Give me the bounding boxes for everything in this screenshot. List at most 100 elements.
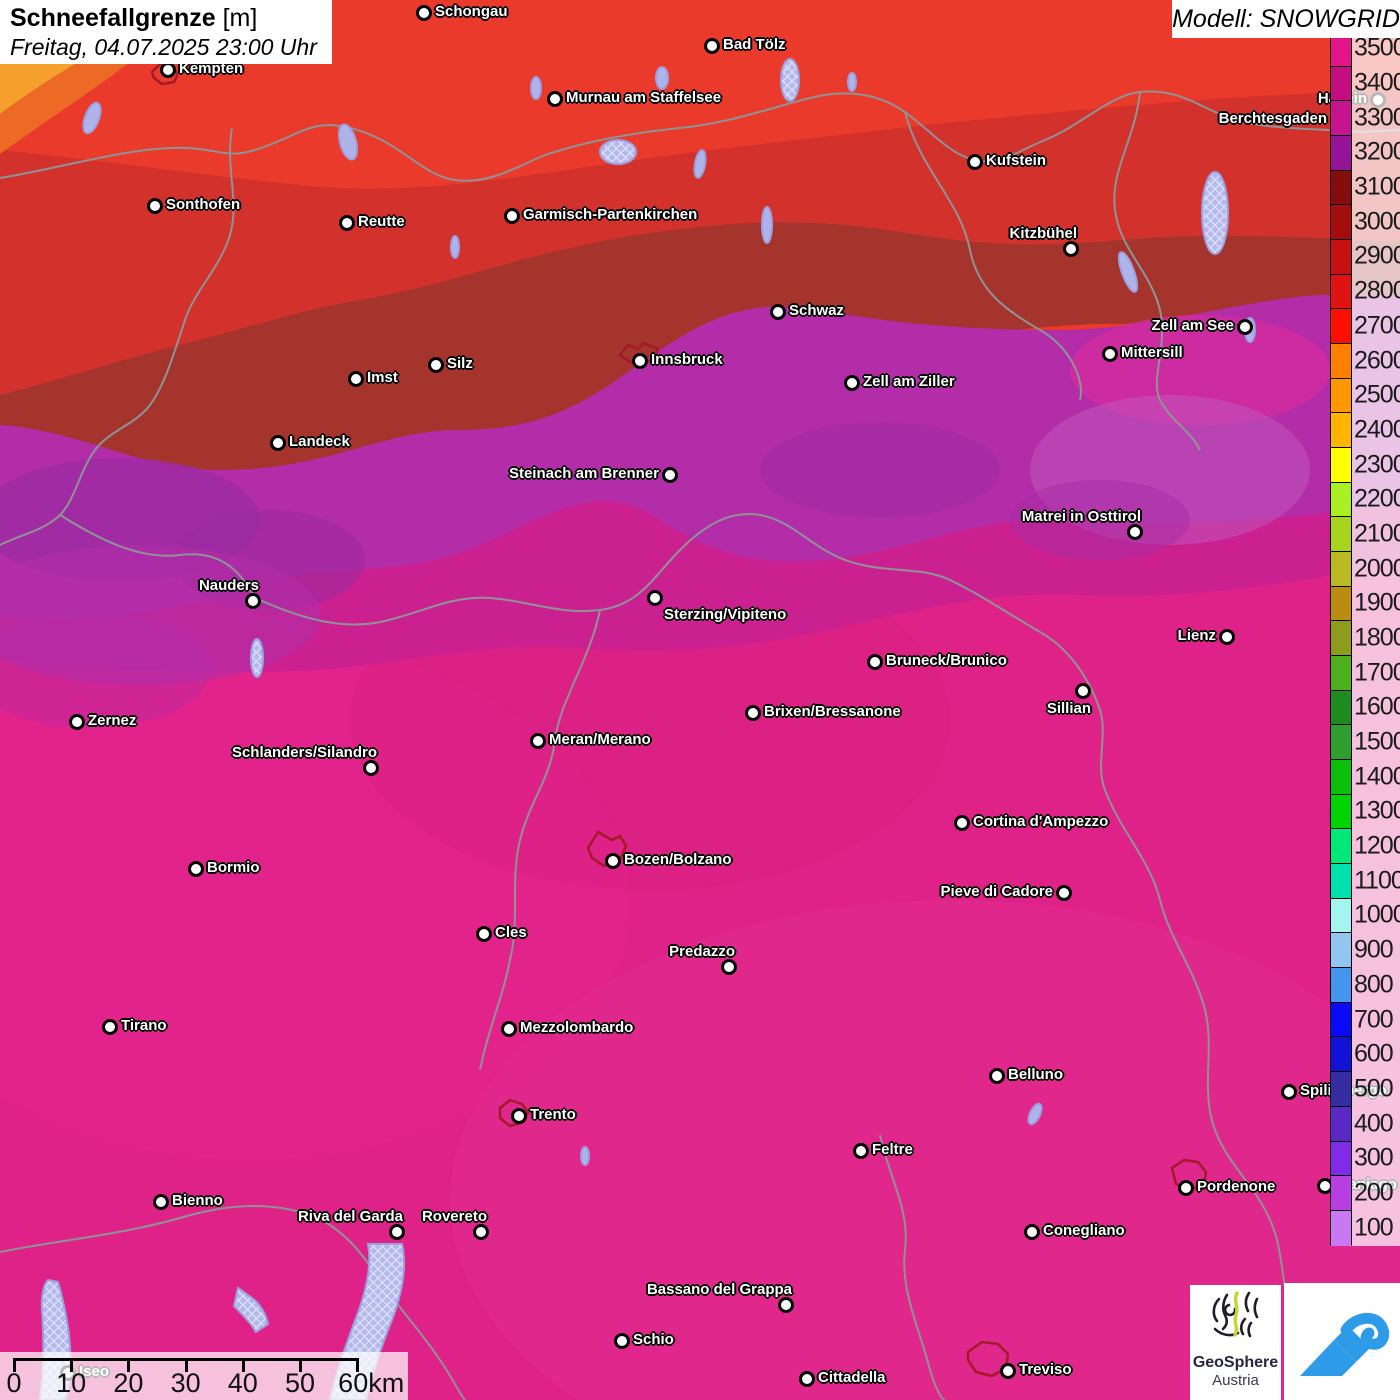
city-label: Bruneck/Brunico bbox=[886, 652, 1007, 669]
city-label: Zell am See bbox=[1151, 317, 1234, 334]
city-label: Treviso bbox=[1019, 1361, 1072, 1378]
city-label: Cortina d'Ampezzo bbox=[973, 813, 1109, 830]
colorbar-segment bbox=[1331, 586, 1351, 622]
city-dot bbox=[967, 154, 983, 170]
city-label: Brixen/Bressanone bbox=[764, 703, 901, 720]
colorbar-tick-label: 2800 bbox=[1354, 276, 1400, 305]
city-dot bbox=[770, 304, 786, 320]
colorbar-segment bbox=[1331, 240, 1351, 275]
city-dot bbox=[473, 1224, 489, 1240]
city-dot bbox=[511, 1108, 527, 1124]
city-dot bbox=[547, 91, 563, 107]
scale-bar-number: 60km bbox=[338, 1368, 405, 1398]
colorbar-tick-label: 3100 bbox=[1354, 172, 1400, 201]
city-label: Lienz bbox=[1177, 627, 1216, 644]
city-dot bbox=[989, 1068, 1005, 1084]
city-label: Kitzbühel bbox=[1009, 225, 1078, 242]
city-label: Sonthofen bbox=[166, 196, 241, 213]
city-label: Trento bbox=[530, 1106, 576, 1123]
city-dot bbox=[1281, 1084, 1297, 1100]
city-label: Cittadella bbox=[818, 1369, 886, 1386]
snowfall-limit-map: Schongau Bad Tölz Kempten Murnau am Staffel… bbox=[0, 0, 1400, 1400]
city-label: Garmisch-Partenkirchen bbox=[523, 206, 698, 223]
colorbar-tick-label: 1200 bbox=[1354, 831, 1400, 860]
colorbar-segment bbox=[1331, 933, 1351, 969]
city-label: Berchtesgaden bbox=[1218, 110, 1327, 127]
colorbar-segment bbox=[1331, 864, 1351, 899]
colorbar-tick-label: 2400 bbox=[1354, 415, 1400, 444]
colorbar-segment bbox=[1331, 621, 1351, 657]
colorbar-tick-label: 3000 bbox=[1354, 207, 1400, 236]
city-label: Bassano del Grappa bbox=[646, 1281, 792, 1298]
colorbar-tick-label: 1100 bbox=[1354, 866, 1400, 895]
geosphere-logo: GeoSphere Austria bbox=[1190, 1285, 1281, 1400]
city-label: Bad Tölz bbox=[723, 36, 786, 53]
city-dot bbox=[1056, 885, 1072, 901]
city-label: Schlanders/Silandro bbox=[231, 744, 377, 761]
city-label: Zell am Ziller bbox=[863, 373, 955, 390]
mountain-cloud-logo bbox=[1284, 1283, 1400, 1400]
city-dot bbox=[799, 1371, 815, 1387]
geosphere-logo-text: GeoSphere bbox=[1192, 1354, 1279, 1371]
colorbar-segment bbox=[1331, 1072, 1351, 1107]
city-dot bbox=[632, 353, 648, 369]
city-dot bbox=[530, 733, 546, 749]
colorbar-segment bbox=[1331, 101, 1351, 137]
city-label: Murnau am Staffelsee bbox=[566, 89, 722, 106]
city-dot bbox=[647, 590, 663, 606]
city-dot bbox=[1075, 683, 1091, 699]
city-label: Kufstein bbox=[986, 152, 1046, 169]
colorbar-segment bbox=[1331, 794, 1351, 830]
city-label: Silz bbox=[447, 355, 473, 372]
colorbar-segment bbox=[1331, 760, 1351, 795]
colorbar-tick-label: 400 bbox=[1354, 1109, 1394, 1138]
scale-bar-number: 30 bbox=[170, 1368, 201, 1398]
city-label: Tirano bbox=[121, 1017, 167, 1034]
colorbar-tick-label: 2100 bbox=[1354, 519, 1400, 548]
city-dot bbox=[844, 375, 860, 391]
city-dot bbox=[428, 357, 444, 373]
model-label: Modell: SNOWGRID bbox=[1172, 0, 1400, 38]
colorbar-tick-label: 500 bbox=[1354, 1074, 1394, 1103]
city-dot bbox=[339, 215, 355, 231]
city-label: Rovereto bbox=[421, 1208, 487, 1225]
scale-bar-number: 20 bbox=[113, 1368, 144, 1398]
city-dot bbox=[745, 705, 761, 721]
city-label: Landeck bbox=[289, 433, 350, 450]
city-label: Sterzing/Vipiteno bbox=[664, 606, 787, 623]
city-dot bbox=[102, 1019, 118, 1035]
colorbar-tick-label: 2600 bbox=[1354, 346, 1400, 374]
colorbar-tick-label: 900 bbox=[1354, 935, 1394, 964]
city-dot bbox=[614, 1333, 630, 1349]
city-dot bbox=[147, 198, 163, 214]
city-dot bbox=[153, 1194, 169, 1210]
city-dot bbox=[1237, 319, 1253, 335]
colorbar-tick-label: 1400 bbox=[1354, 762, 1400, 791]
colorbar-tick-label: 2900 bbox=[1354, 241, 1400, 270]
colorbar-segment bbox=[1331, 1141, 1351, 1177]
colorbar-tick-label: 1600 bbox=[1354, 692, 1400, 721]
city-dot bbox=[270, 435, 286, 451]
colorbar-tick-label: 3300 bbox=[1354, 103, 1400, 132]
scale-bar-number: 50 bbox=[284, 1368, 316, 1398]
city-label: Bozen/Bolzano bbox=[624, 851, 732, 868]
colorbar-segment bbox=[1331, 898, 1351, 934]
mountain-cloud-icon bbox=[1300, 1312, 1390, 1376]
city-dot bbox=[1219, 629, 1235, 645]
city-dot bbox=[605, 853, 621, 869]
colorbar-tick-label: 1500 bbox=[1354, 727, 1400, 756]
city-dot bbox=[1127, 524, 1143, 540]
city-label: Feltre bbox=[872, 1141, 913, 1158]
colorbar-segment bbox=[1331, 66, 1351, 102]
colorbar-tick-label: 600 bbox=[1354, 1039, 1394, 1068]
city-label: Schio bbox=[633, 1331, 674, 1348]
city-dot bbox=[416, 5, 432, 21]
colorbar-segment bbox=[1331, 274, 1351, 310]
city-dot bbox=[721, 959, 737, 975]
colorbar-segment bbox=[1331, 344, 1351, 379]
colorbar-tick-label: 200 bbox=[1354, 1178, 1394, 1207]
colorbar-segment bbox=[1331, 170, 1351, 206]
scale-bar-number: 40 bbox=[227, 1368, 258, 1398]
colorbar-tick-label: 2500 bbox=[1354, 380, 1400, 409]
city-dot bbox=[1024, 1224, 1040, 1240]
